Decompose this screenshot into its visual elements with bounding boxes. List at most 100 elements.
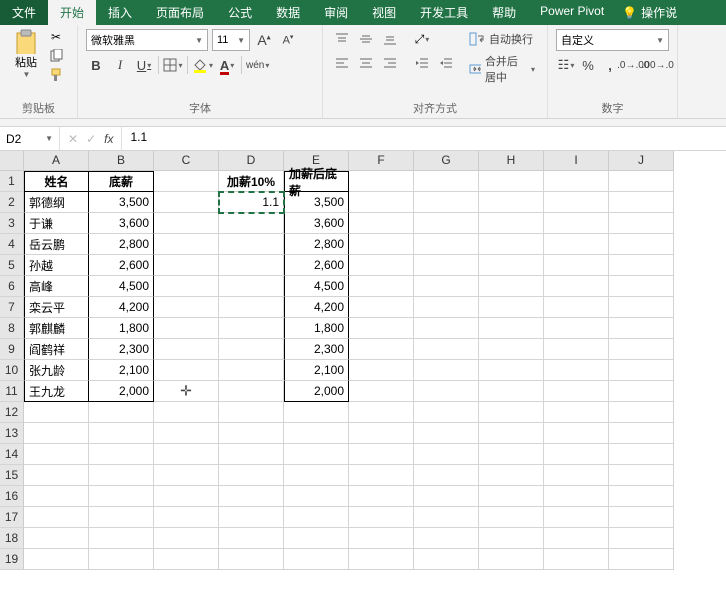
cell-F3[interactable]	[349, 213, 414, 234]
cell-F2[interactable]	[349, 192, 414, 213]
underline-button[interactable]: U▾	[134, 55, 154, 75]
cell-B11[interactable]: 2,000	[89, 381, 154, 402]
cell-H8[interactable]	[479, 318, 544, 339]
cell-I2[interactable]	[544, 192, 609, 213]
cell-B10[interactable]: 2,100	[89, 360, 154, 381]
font-size-select[interactable]: 11▼	[212, 29, 250, 51]
cell-A19[interactable]	[24, 549, 89, 570]
cell-I8[interactable]	[544, 318, 609, 339]
font-color-button[interactable]: A▾	[217, 55, 237, 75]
cell-D2[interactable]: 1.1	[219, 192, 284, 213]
tab-file[interactable]: 文件	[0, 0, 48, 25]
cell-H10[interactable]	[479, 360, 544, 381]
tab-help[interactable]: 帮助	[480, 0, 528, 25]
cell-D17[interactable]	[219, 507, 284, 528]
cell-A3[interactable]: 于谦	[24, 213, 89, 234]
cell-G6[interactable]	[414, 276, 479, 297]
cell-F16[interactable]	[349, 486, 414, 507]
tab-layout[interactable]: 页面布局	[144, 0, 216, 25]
cell-I14[interactable]	[544, 444, 609, 465]
cell-G11[interactable]	[414, 381, 479, 402]
bold-button[interactable]: B	[86, 55, 106, 75]
cell-G18[interactable]	[414, 528, 479, 549]
cell-A15[interactable]	[24, 465, 89, 486]
cell-A14[interactable]	[24, 444, 89, 465]
col-header-G[interactable]: G	[414, 151, 479, 171]
cell-B3[interactable]: 3,600	[89, 213, 154, 234]
row-header-17[interactable]: 17	[0, 507, 24, 528]
cell-B9[interactable]: 2,300	[89, 339, 154, 360]
cell-F10[interactable]	[349, 360, 414, 381]
border-button[interactable]: ▾	[163, 55, 183, 75]
cell-A2[interactable]: 郭德纲	[24, 192, 89, 213]
cell-F18[interactable]	[349, 528, 414, 549]
cell-D15[interactable]	[219, 465, 284, 486]
cell-A9[interactable]: 阎鹤祥	[24, 339, 89, 360]
cell-G16[interactable]	[414, 486, 479, 507]
accounting-format-button[interactable]: ☷▾	[556, 55, 576, 75]
cell-H5[interactable]	[479, 255, 544, 276]
cell-B13[interactable]	[89, 423, 154, 444]
cell-C18[interactable]	[154, 528, 219, 549]
row-header-7[interactable]: 7	[0, 297, 24, 318]
row-header-16[interactable]: 16	[0, 486, 24, 507]
fx-icon[interactable]: fx	[104, 132, 113, 146]
row-header-4[interactable]: 4	[0, 234, 24, 255]
cell-D1[interactable]: 加薪10%	[219, 171, 284, 192]
orientation-button[interactable]: ⤢▾	[411, 29, 433, 49]
cell-E17[interactable]	[284, 507, 349, 528]
copy-button[interactable]	[48, 48, 64, 64]
merge-center-button[interactable]: 合并后居中▾	[465, 51, 539, 87]
cell-E9[interactable]: 2,300	[284, 339, 349, 360]
cell-D19[interactable]	[219, 549, 284, 570]
cell-D5[interactable]	[219, 255, 284, 276]
cell-E4[interactable]: 2,800	[284, 234, 349, 255]
cell-C16[interactable]	[154, 486, 219, 507]
cell-I1[interactable]	[544, 171, 609, 192]
cell-B8[interactable]: 1,800	[89, 318, 154, 339]
col-header-D[interactable]: D	[219, 151, 284, 171]
cell-F14[interactable]	[349, 444, 414, 465]
cell-H16[interactable]	[479, 486, 544, 507]
increase-font-button[interactable]: A▴	[254, 30, 274, 50]
wrap-text-button[interactable]: 自动换行	[465, 29, 539, 49]
cell-A12[interactable]	[24, 402, 89, 423]
cell-J18[interactable]	[609, 528, 674, 549]
cell-C6[interactable]	[154, 276, 219, 297]
cell-E16[interactable]	[284, 486, 349, 507]
cell-D16[interactable]	[219, 486, 284, 507]
cell-G13[interactable]	[414, 423, 479, 444]
cell-D10[interactable]	[219, 360, 284, 381]
cell-A13[interactable]	[24, 423, 89, 444]
decrease-decimal-button[interactable]: .00→.0	[647, 55, 670, 75]
paste-button[interactable]: 粘贴 ▼	[8, 29, 44, 79]
cell-A10[interactable]: 张九龄	[24, 360, 89, 381]
cell-C11[interactable]: ✛	[154, 381, 219, 402]
cell-A18[interactable]	[24, 528, 89, 549]
cell-J6[interactable]	[609, 276, 674, 297]
formula-input[interactable]: 1.1	[122, 127, 726, 150]
cell-B17[interactable]	[89, 507, 154, 528]
decrease-font-button[interactable]: A▾	[278, 30, 298, 50]
cell-E11[interactable]: 2,000	[284, 381, 349, 402]
cell-C4[interactable]	[154, 234, 219, 255]
row-header-14[interactable]: 14	[0, 444, 24, 465]
cell-I7[interactable]	[544, 297, 609, 318]
row-header-5[interactable]: 5	[0, 255, 24, 276]
cell-J5[interactable]	[609, 255, 674, 276]
font-name-select[interactable]: 微软雅黑▼	[86, 29, 208, 51]
cell-I19[interactable]	[544, 549, 609, 570]
cell-J3[interactable]	[609, 213, 674, 234]
cell-B18[interactable]	[89, 528, 154, 549]
cell-F13[interactable]	[349, 423, 414, 444]
cell-I16[interactable]	[544, 486, 609, 507]
tab-formula[interactable]: 公式	[216, 0, 264, 25]
cell-G7[interactable]	[414, 297, 479, 318]
cell-I15[interactable]	[544, 465, 609, 486]
col-header-A[interactable]: A	[24, 151, 89, 171]
cell-D7[interactable]	[219, 297, 284, 318]
cell-B19[interactable]	[89, 549, 154, 570]
align-left-button[interactable]	[331, 53, 353, 73]
cell-B12[interactable]	[89, 402, 154, 423]
cell-C8[interactable]	[154, 318, 219, 339]
